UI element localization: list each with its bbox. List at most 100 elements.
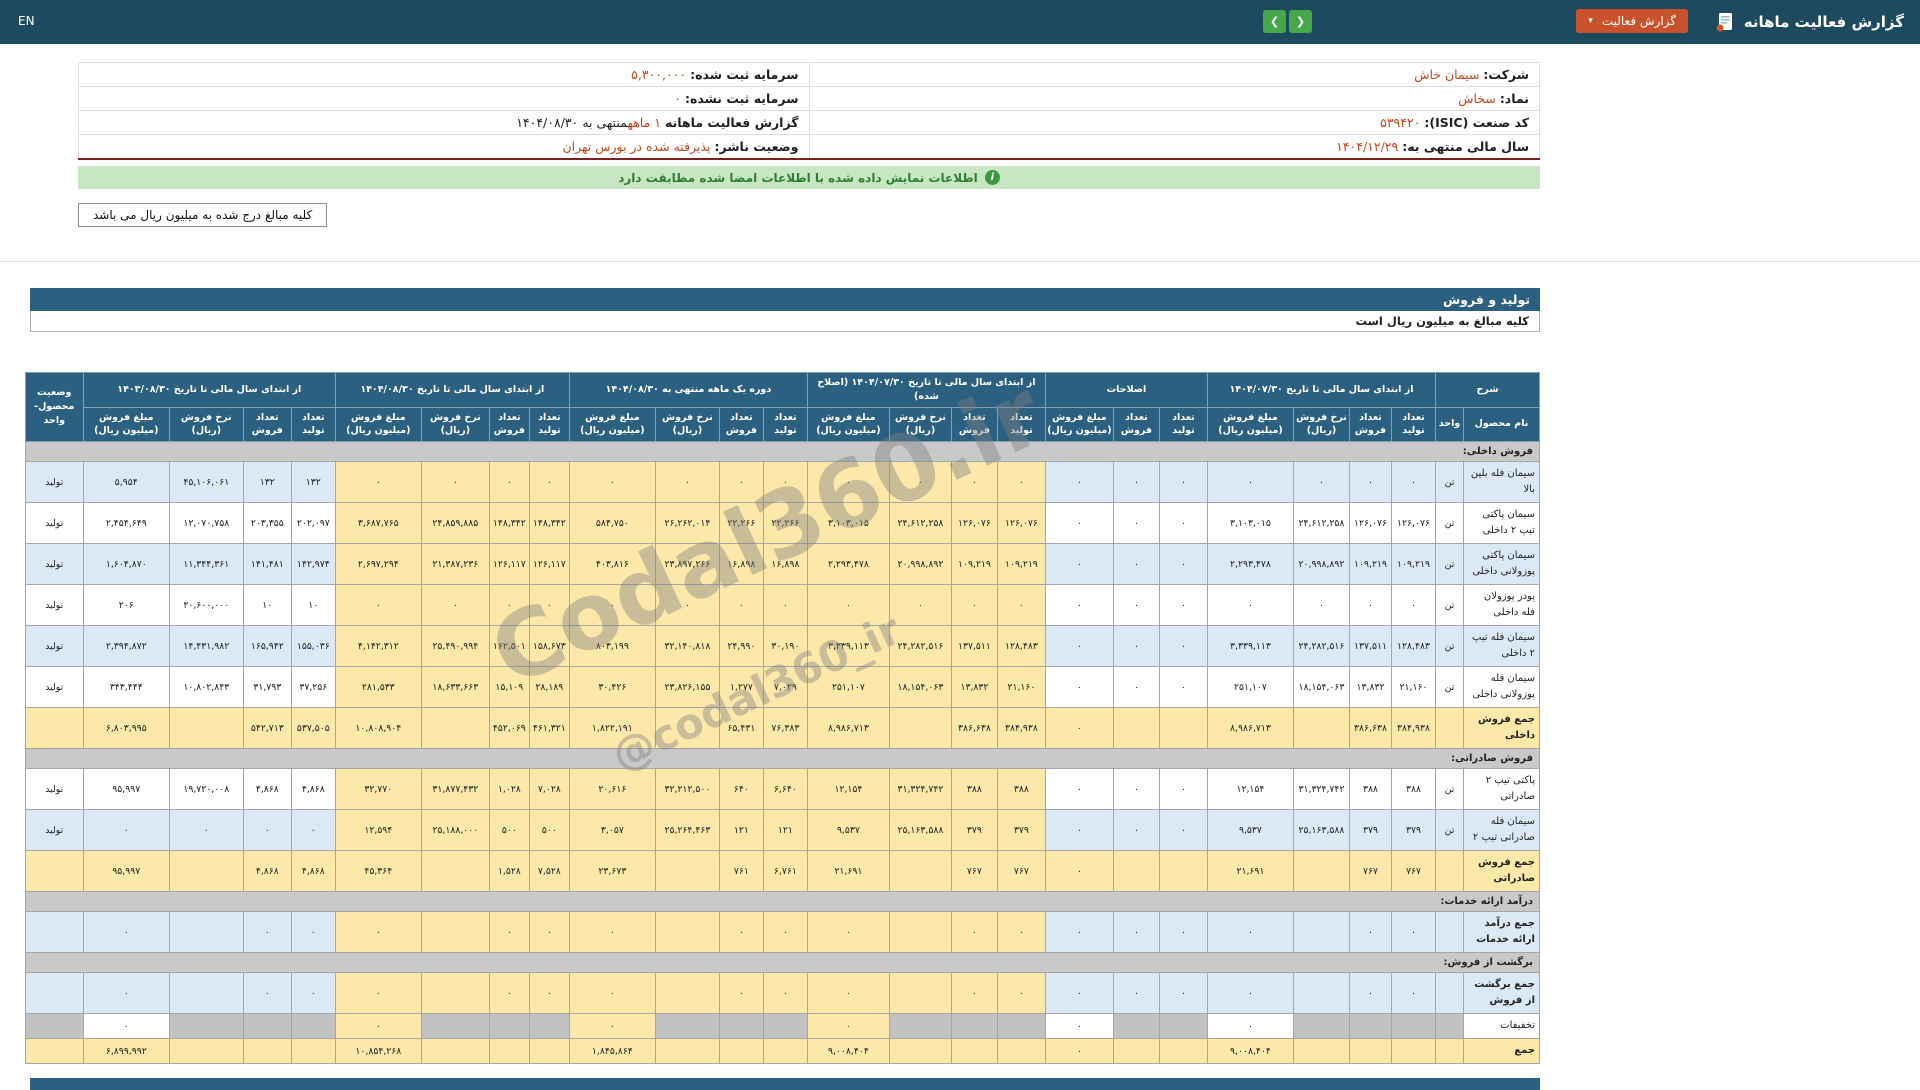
table-cell: ۰ <box>528 972 570 1015</box>
table-cell: ۱۳,۸۳۲ <box>1348 666 1392 709</box>
table-cell: ۰ <box>1044 461 1114 504</box>
table-cell: فروش صادراتی: <box>24 748 1541 770</box>
table-cell: ۰ <box>568 461 656 504</box>
info-label: وضعیت ناشر: <box>714 139 799 154</box>
table-cell: ۰ <box>82 809 170 852</box>
table-cell <box>1112 1013 1160 1040</box>
table-cell: ۰ <box>1044 972 1114 1015</box>
table-cell <box>488 1013 530 1040</box>
table-cell <box>888 1038 952 1065</box>
table-cell <box>1348 1013 1392 1040</box>
table-cell: ۴,۱۴۲,۳۱۲ <box>334 625 422 668</box>
table-cell: ۰ <box>1112 972 1160 1015</box>
table-cell <box>168 972 244 1015</box>
table-cell <box>242 1038 292 1065</box>
table-cell: ۹,۰۰۸,۴۰۴ <box>806 1038 890 1065</box>
table-cell: ۳,۰۵۷ <box>568 809 656 852</box>
table-cell: ۲۳,۶۷۳ <box>568 850 656 893</box>
table-cell: ۳۸۸ <box>950 768 998 811</box>
column-group-ytd-1404-07: از ابتدای سال مالی تا تاریخ ۱۴۰۴/۰۷/۳۰ <box>1206 372 1436 408</box>
column-header-amount: مبلغ فروش (میلیون ریال) <box>568 406 656 443</box>
column-header-qty-sold: تعداد فروش <box>488 406 530 443</box>
table-cell: ۰ <box>168 809 244 852</box>
table-cell: ۴,۸۶۸ <box>290 850 336 893</box>
table-cell: ۴۵,۱۰۶,۰۶۱ <box>168 461 244 504</box>
prev-period-button[interactable]: ❮ <box>1263 10 1286 33</box>
info-value: ۱ ماهه <box>627 115 661 130</box>
report-type-dropdown[interactable]: گزارش فعالیت ▾ <box>1576 9 1688 33</box>
table-cell: ۰ <box>996 972 1046 1015</box>
table-cell <box>1292 1038 1350 1065</box>
table-cell <box>488 1038 530 1065</box>
table-cell: ۲۰,۶۰۰,۰۰۰ <box>168 584 244 627</box>
table-cell: ۲۱,۶۹۱ <box>806 850 890 893</box>
info-value: ۵۳۹۴۲۰ <box>1380 115 1421 130</box>
next-period-button[interactable]: ❯ <box>1289 10 1312 33</box>
table-cell: ۰ <box>1206 461 1294 504</box>
table-cell: برگشت از فروش: <box>24 952 1541 974</box>
table-cell: ۱۹,۷۲۰,۰۰۸ <box>168 768 244 811</box>
column-header-rate: نرخ فروش (ریال) <box>654 406 720 443</box>
table-cell <box>950 1038 998 1065</box>
table-cell: ۱۵,۱۰۹ <box>488 666 530 709</box>
table-cell <box>996 1013 1046 1040</box>
table-cell: ۱۵۸,۶۷۳ <box>528 625 570 668</box>
table-cell: ۰ <box>718 972 764 1015</box>
table-cell: ۳۸۶,۶۳۸ <box>950 707 998 750</box>
table-cell: تخفیفات <box>1463 1013 1540 1040</box>
table-cell: ۰ <box>762 461 808 504</box>
language-toggle[interactable]: EN <box>18 14 35 28</box>
table-cell: سیمان فله تیپ ۲ داخلی <box>1463 625 1540 668</box>
info-label: سرمایه ثبت شده: <box>690 67 799 82</box>
table-row: جمع ۹,۰۰۸,۴۰۴ ۰ ۹,۰۰۸,۴۰۴ ۱,۸۴۵,۸۶۴ ۱۰,۸۵۴,۲۶… <box>24 1038 1540 1065</box>
table-cell: تن <box>1434 543 1465 586</box>
table-cell: ۱۲,۱۵۴ <box>1206 768 1294 811</box>
column-group-adjustments: اصلاحات <box>1044 372 1208 408</box>
sub-header-row: نام محصول واحد تعداد تولید تعداد فروش نر… <box>25 406 1540 443</box>
table-cell: سیمان فله پوزولانی داخلی <box>1463 666 1540 709</box>
table-cell: ۰ <box>568 911 656 954</box>
column-header-qty-sold: تعداد فروش <box>950 406 998 443</box>
table-cell: ۱۲۱ <box>718 809 764 852</box>
table-cell <box>1158 850 1208 893</box>
table-cell: تن <box>1434 768 1465 811</box>
table-cell: ۰ <box>334 461 422 504</box>
table-cell: ۰ <box>1158 502 1208 545</box>
table-cell: ۳,۳۳۹,۱۱۳ <box>1206 625 1294 668</box>
table-cell: ۳۲,۱۴۰,۸۱۸ <box>654 625 720 668</box>
brand: گزارش فعالیت ماهانه <box>1714 0 1904 44</box>
table-cell: ۲,۲۹۳,۴۷۸ <box>1206 543 1294 586</box>
table-cell: سیمان پاکتی پوزولانی داخلی <box>1463 543 1540 586</box>
info-cell-registered-capital: سرمایه ثبت شده: ۵,۳۰۰,۰۰۰ <box>78 62 810 87</box>
table-cell: ۰ <box>1158 625 1208 668</box>
table-cell: سیمان فله بلین بالا <box>1463 461 1540 504</box>
table-cell: ۳۰,۴۲۶ <box>568 666 656 709</box>
table-cell <box>996 1038 1046 1065</box>
table-cell: ۰ <box>82 972 170 1015</box>
table-cell: ۰ <box>996 584 1046 627</box>
table-cell <box>762 1038 808 1065</box>
table-cell: ۱۲۸,۴۸۳ <box>1390 625 1436 668</box>
table-cell: ۵۸۴,۷۵۰ <box>568 502 656 545</box>
table-cell: ۰ <box>1158 666 1208 709</box>
table-cell: پاکتی تیپ ۲ صادراتی <box>1463 768 1540 811</box>
table-cell: ۰ <box>1044 1038 1114 1065</box>
table-cell <box>528 1038 570 1065</box>
table-cell: ۶,۸۹۹,۹۹۲ <box>82 1038 170 1065</box>
table-cell <box>290 1038 336 1065</box>
table-cell: ۶,۶۴۰ <box>762 768 808 811</box>
table-cell: ۰ <box>1044 666 1114 709</box>
info-cell-unregistered-capital: سرمایه ثبت نشده: ۰ <box>78 86 810 111</box>
table-cell <box>1434 972 1465 1015</box>
table-cell: ۲۴,۹۹۰ <box>718 625 764 668</box>
table-cell: ۱۳۲ <box>242 461 292 504</box>
table-cell: ۰ <box>718 911 764 954</box>
table-cell: ۶۴۰ <box>718 768 764 811</box>
page-title: گزارش فعالیت ماهانه <box>1743 13 1904 31</box>
info-label: نماد: <box>1499 91 1529 106</box>
table-cell: ۰ <box>334 584 422 627</box>
table-cell: ۴۵۲,۰۶۹ <box>488 707 530 750</box>
info-cell-issuer-status: وضعیت ناشر: پذیرفته شده در بورس تهران <box>78 134 810 160</box>
table-cell: ۱۲۸,۴۸۳ <box>996 625 1046 668</box>
table-cell: ۰ <box>1292 461 1350 504</box>
